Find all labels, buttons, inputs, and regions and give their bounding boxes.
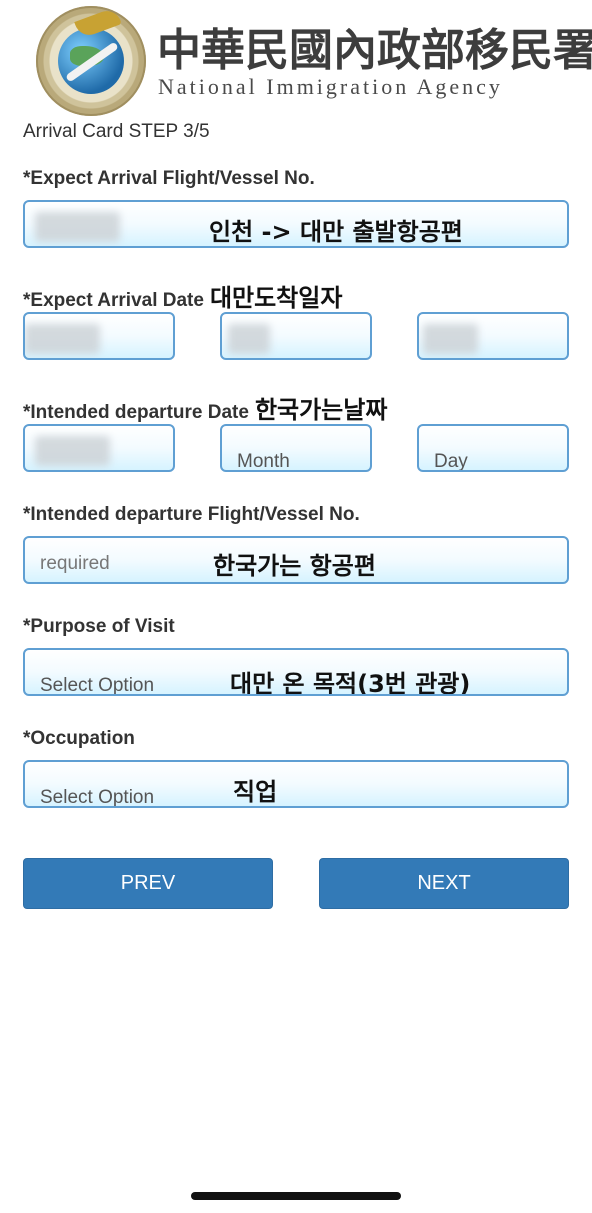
prev-button[interactable]: PREV	[23, 858, 273, 909]
occupation-label: *Occupation	[23, 728, 135, 749]
departure-flight-label: *Intended departure Flight/Vessel No.	[23, 504, 360, 525]
arrival-date-label: *Expect Arrival Date 대만도착일자	[23, 278, 342, 313]
purpose-note: 대만 온 목적(3번 관광)	[230, 670, 471, 696]
purpose-value: Select Option	[40, 675, 155, 696]
arrival-year-select[interactable]	[23, 312, 175, 360]
globe-icon	[58, 28, 124, 94]
agency-name-english: National Immigration Agency	[158, 74, 503, 99]
departure-flight-input[interactable]: required 한국가는 항공편	[23, 536, 569, 584]
home-indicator[interactable]	[191, 1192, 401, 1200]
occupation-value: Select Option	[40, 787, 155, 808]
occupation-note: 직업	[233, 778, 278, 806]
arrival-date-label-text: *Expect Arrival Date	[23, 290, 204, 311]
day-placeholder: Day	[434, 451, 468, 472]
arrival-month-select[interactable]	[220, 312, 372, 360]
departure-date-label-text: *Intended departure Date	[23, 402, 249, 423]
purpose-label: *Purpose of Visit	[23, 616, 175, 637]
departure-year-select[interactable]	[23, 424, 175, 472]
arrival-flight-input[interactable]: 인천 -> 대만 출발항공편	[23, 200, 569, 248]
agency-logo	[36, 6, 146, 116]
redacted-value	[423, 324, 478, 354]
redacted-value	[25, 324, 100, 354]
occupation-select[interactable]: Select Option 직업	[23, 760, 569, 808]
departure-date-label: *Intended departure Date 한국가는날짜	[23, 390, 387, 425]
departure-flight-placeholder: required	[40, 553, 110, 574]
purpose-select[interactable]: Select Option 대만 온 목적(3번 관광)	[23, 648, 569, 696]
redacted-value	[35, 436, 110, 466]
header: 中華民國內政部移民署 National Immigration Agency	[0, 0, 592, 118]
departure-month-select[interactable]: Month	[220, 424, 372, 472]
month-placeholder: Month	[237, 451, 290, 472]
arrival-flight-label: *Expect Arrival Flight/Vessel No.	[23, 168, 315, 189]
arrival-date-note: 대만도착일자	[209, 284, 343, 312]
departure-flight-note: 한국가는 항공편	[213, 552, 376, 580]
departure-date-note: 한국가는날짜	[254, 396, 388, 424]
agency-name-chinese: 中華民國內政部移民署	[157, 25, 592, 76]
next-button[interactable]: NEXT	[319, 858, 569, 909]
redacted-value	[228, 324, 270, 354]
departure-day-select[interactable]: Day	[417, 424, 569, 472]
redacted-value	[35, 212, 120, 242]
step-indicator: Arrival Card STEP 3/5	[23, 121, 210, 142]
arrival-day-select[interactable]	[417, 312, 569, 360]
arrival-flight-note: 인천 -> 대만 출발항공편	[209, 218, 463, 246]
